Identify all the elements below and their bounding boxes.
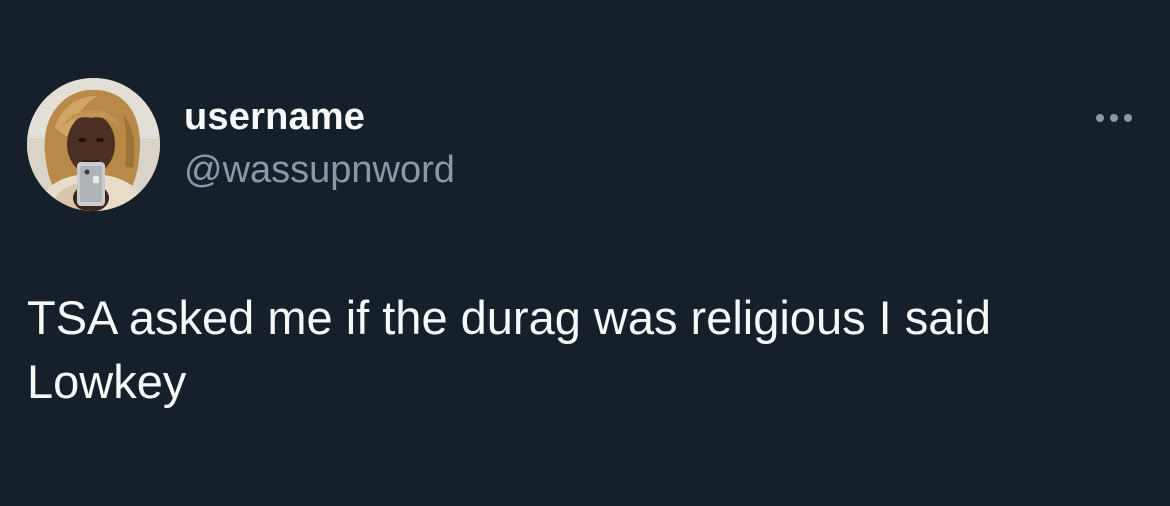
- user-handle[interactable]: @wassupnword: [184, 148, 455, 192]
- profile-photo: [27, 78, 160, 211]
- tweet-text: TSA asked me if the durag was religious …: [27, 291, 991, 408]
- more-horizontal-icon: [1096, 114, 1132, 122]
- tweet-card: username @wassupnword TSA asked me if th…: [0, 0, 1170, 506]
- avatar[interactable]: [27, 78, 160, 211]
- more-options-button[interactable]: [1086, 100, 1142, 136]
- display-name[interactable]: username: [184, 95, 365, 139]
